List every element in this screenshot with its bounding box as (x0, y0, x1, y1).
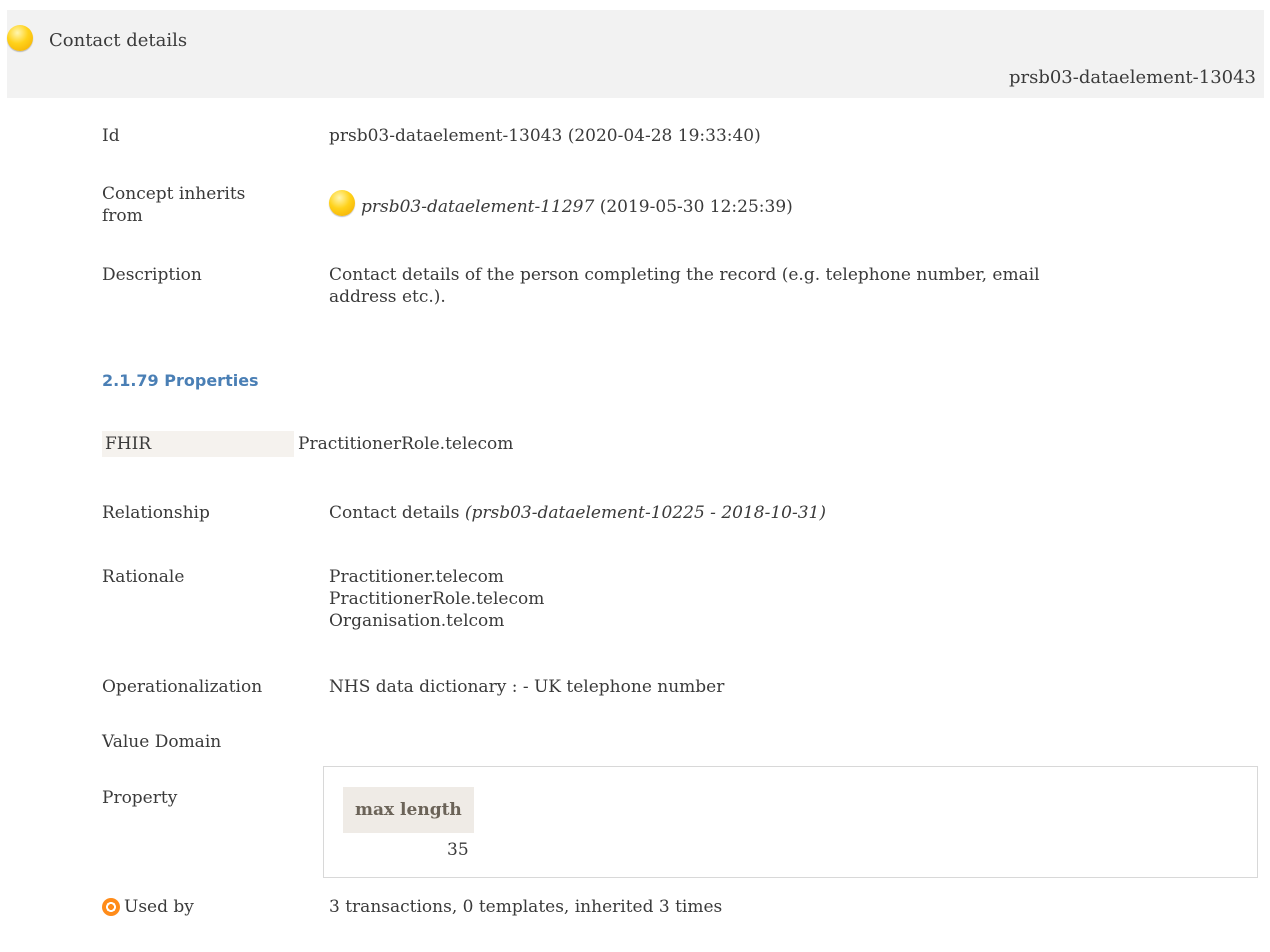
rationale-label: Rationale (102, 567, 185, 587)
rationale-value: Practitioner.telecom PractitionerRole.te… (329, 566, 544, 632)
relationship-label: Relationship (102, 503, 210, 523)
inherits-value: prsb03-dataelement-11297 (2019-05-30 12:… (329, 190, 793, 218)
relationship-text: Contact details (329, 503, 465, 523)
rationale-line: Practitioner.telecom (329, 567, 504, 587)
inherits-label-line1: Concept inherits (102, 184, 246, 204)
relationship-link[interactable]: (prsb03-dataelement-10225 - 2018-10-31) (465, 503, 826, 523)
value-domain-label: Value Domain (102, 732, 222, 752)
rationale-line: Organisation.telcom (329, 611, 505, 631)
property-column-header: max length (343, 787, 474, 833)
property-label: Property (102, 788, 178, 808)
relationship-value: Contact details (prsb03-dataelement-1022… (329, 502, 826, 524)
property-cell: 35 (447, 840, 469, 860)
operationalization-label: Operationalization (102, 677, 263, 697)
target-icon (102, 898, 120, 916)
used-by-value: 3 transactions, 0 templates, inherited 3… (329, 897, 723, 917)
concept-header: Contact details prsb03-dataelement-13043 (7, 10, 1264, 98)
fhir-label: FHIR (102, 431, 294, 457)
inherits-date: (2019-05-30 12:25:39) (594, 197, 793, 217)
description-label: Description (102, 265, 202, 285)
concept-title: Contact details (49, 30, 188, 51)
fhir-value: PractitionerRole.telecom (298, 434, 514, 454)
operationalization-value: NHS data dictionary : - UK telephone num… (329, 677, 725, 697)
id-label: Id (102, 126, 120, 146)
inherits-link[interactable]: prsb03-dataelement-11297 (361, 197, 594, 217)
inherits-label-line2: from (102, 206, 143, 226)
property-table: max length 35 (323, 766, 1258, 878)
used-by-label: Used by (124, 897, 194, 917)
description-value: Contact details of the person completing… (329, 264, 1040, 308)
description-line1: Contact details of the person completing… (329, 265, 1040, 285)
concept-id: prsb03-dataelement-13043 (1008, 67, 1256, 88)
status-ball-icon (329, 190, 355, 216)
inherits-label: Concept inherits from (102, 183, 302, 227)
id-value: prsb03-dataelement-13043 (2020-04-28 19:… (329, 126, 761, 146)
section-heading: 2.1.79 Properties (102, 371, 259, 390)
rationale-line: PractitionerRole.telecom (329, 589, 545, 609)
description-line2: address etc.). (329, 287, 446, 307)
status-ball-icon (7, 25, 33, 51)
